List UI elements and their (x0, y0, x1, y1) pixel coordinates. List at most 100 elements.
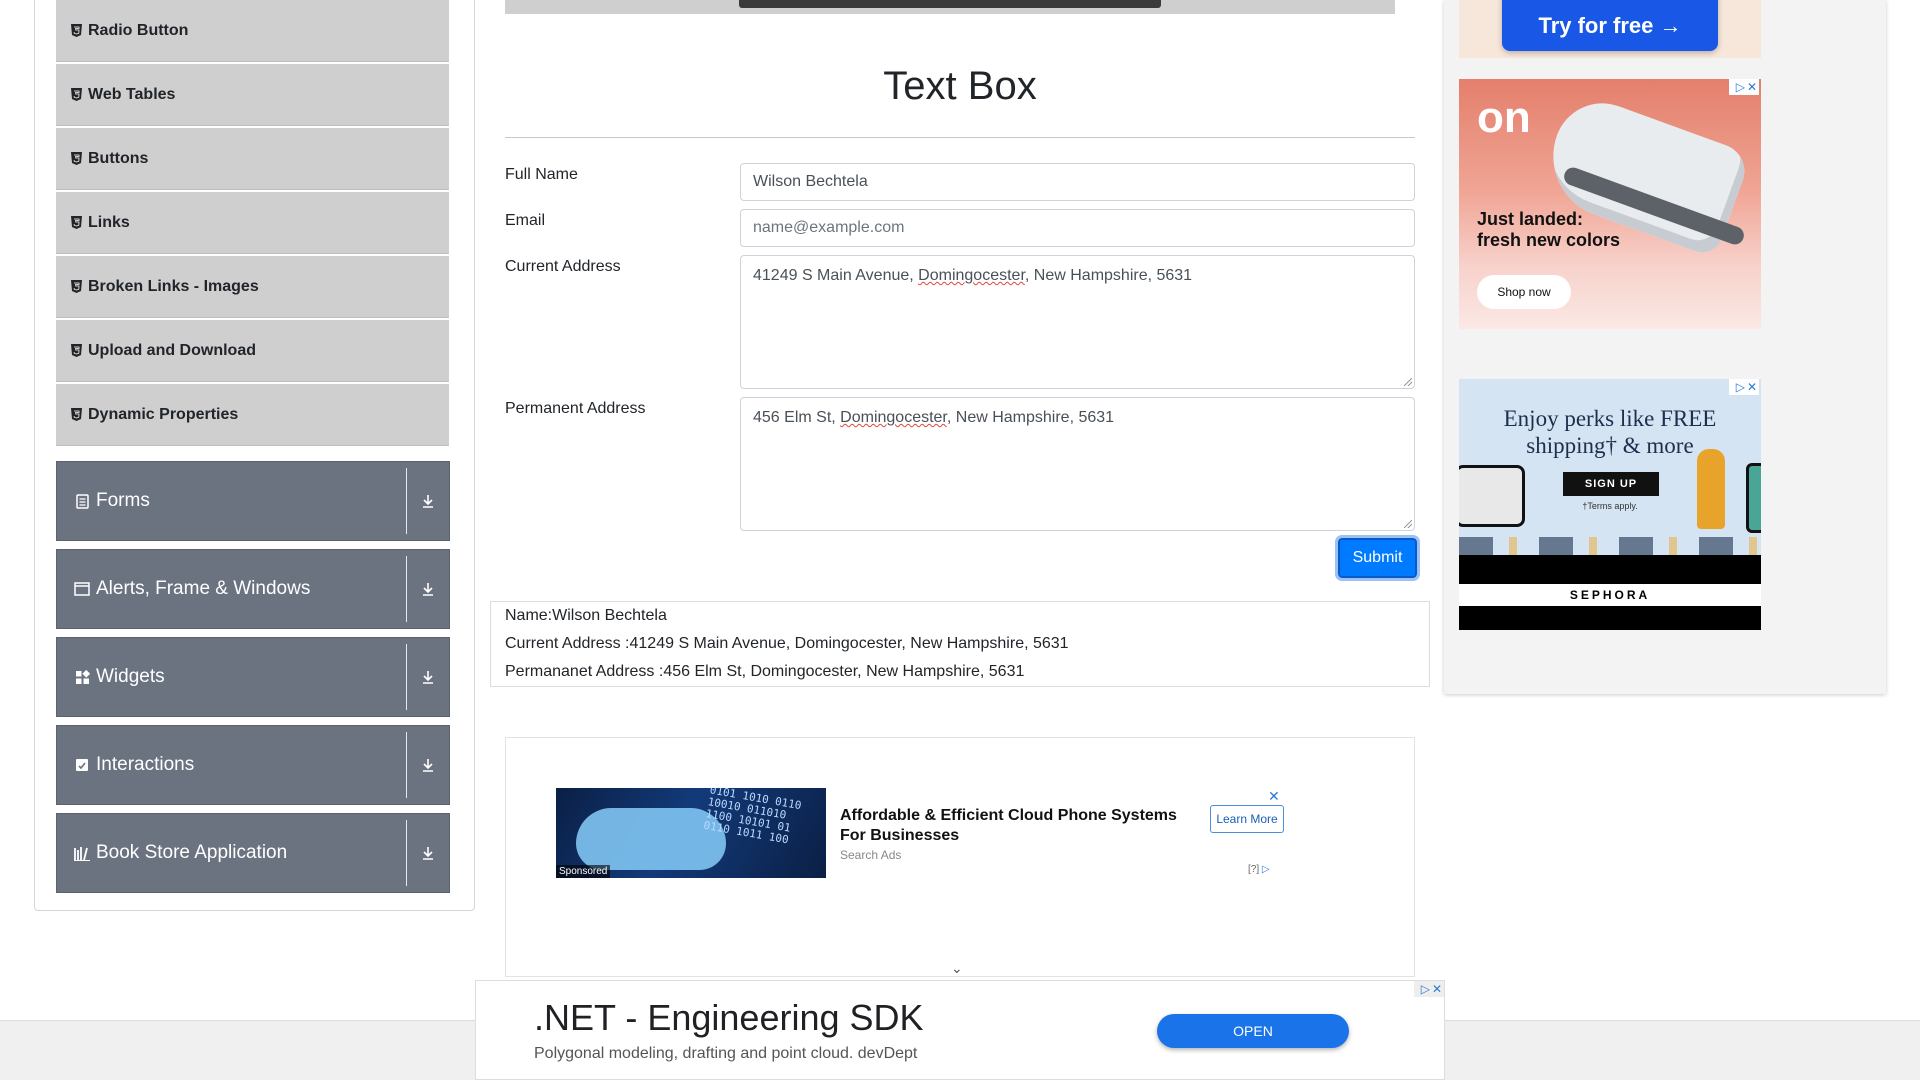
download-icon[interactable] (415, 814, 441, 892)
sponsored-label: Sponsored (556, 865, 611, 878)
address-text: 456 Elm St, (753, 409, 841, 426)
ad-info-text: [?] (1248, 864, 1260, 875)
download-icon[interactable] (415, 550, 441, 628)
group-divider (406, 556, 407, 622)
ad-info-link[interactable]: [?] ▷ (1248, 864, 1270, 875)
close-icon[interactable]: ✕ (1747, 380, 1757, 394)
cloud-shape (576, 808, 726, 870)
output-panel: Name:Wilson Bechtela Current Address :41… (490, 601, 1430, 687)
html5-icon (70, 408, 82, 422)
html5-icon (70, 24, 82, 38)
output-current-address: Current Address :41249 S Main Avenue, Do… (505, 635, 1069, 652)
menu-item-radio-button[interactable]: Radio Button (56, 0, 449, 62)
output-permanent-address: Permananet Address :456 Elm St, Domingoc… (505, 663, 1025, 680)
cloud-ad-image[interactable]: 0101 1010 0110 10010 011010 1100 10101 0… (556, 788, 826, 878)
group-widgets[interactable]: Widgets (56, 637, 450, 717)
group-label: Alerts, Frame & Windows (96, 578, 311, 599)
adchoices-icon: ▷ (1261, 864, 1270, 875)
resize-handle[interactable] (1404, 378, 1412, 386)
full-name-label: Full Name (505, 166, 578, 183)
adchoices-close[interactable]: ▷ ✕ (1729, 379, 1759, 395)
menu-item-upload-download[interactable]: Upload and Download (56, 320, 449, 382)
adchoices-icon: ▷ (1735, 80, 1745, 94)
permanent-address-label: Permanent Address (505, 400, 646, 417)
menu-item-label: Broken Links - Images (88, 277, 259, 295)
close-icon[interactable]: ✕ (1268, 788, 1280, 805)
email-label: Email (505, 212, 546, 229)
menu-item-label: Links (88, 213, 130, 231)
adchoices-icon: ▷ (1420, 982, 1430, 996)
divider (505, 137, 1415, 138)
address-text: , New Hampshire, 5631 (1024, 267, 1193, 284)
close-icon[interactable]: ✕ (1432, 982, 1442, 996)
menu-item-label: Upload and Download (88, 341, 256, 359)
form-icon (74, 493, 90, 509)
group-divider (406, 468, 407, 534)
top-banner-ad[interactable] (505, 0, 1395, 14)
menu-item-label: Radio Button (88, 21, 189, 39)
group-interactions[interactable]: Interactions (56, 725, 450, 805)
banner-image (739, 0, 1161, 8)
html5-icon (70, 152, 82, 166)
group-alerts-frame-windows[interactable]: Alerts, Frame & Windows (56, 549, 450, 629)
spellcheck-word: Domingocester (918, 267, 1025, 284)
menu-item-broken-links[interactable]: Broken Links - Images (56, 256, 449, 318)
menu-item-web-tables[interactable]: Web Tables (56, 64, 449, 126)
net-sdk-ad[interactable]: .NET - Engineering SDK Polygonal modelin… (475, 980, 1445, 1080)
sephora-ad[interactable]: Enjoy perks like FREE shipping† & more S… (1459, 379, 1761, 630)
shopper-illustration (1697, 449, 1725, 529)
adchoices-close[interactable]: ▷ ✕ (1414, 981, 1444, 997)
html5-icon (70, 88, 82, 102)
shoe-ad[interactable]: on Just landed: fresh new colors Shop no… (1459, 79, 1761, 329)
group-book-store[interactable]: Book Store Application (56, 813, 450, 893)
widgets-icon (74, 669, 90, 685)
ad-subtitle: Polygonal modeling, drafting and point c… (534, 1045, 918, 1062)
adchoices-icon: ▷ (1735, 380, 1745, 394)
window-icon (74, 581, 90, 597)
adchoices-close[interactable]: ▷ ✕ (1729, 79, 1759, 95)
email-input[interactable] (740, 209, 1415, 247)
group-divider (406, 644, 407, 710)
ad-source: Search Ads (840, 848, 902, 862)
current-address-textarea[interactable]: 41249 S Main Avenue, Domingocester, New … (740, 255, 1415, 389)
shoe-ad-text: Just landed: fresh new colors (1477, 209, 1621, 250)
ad-headline[interactable]: Affordable & Efficient Cloud Phone Syste… (840, 806, 1200, 846)
try-for-free-button[interactable]: Try for free → (1502, 0, 1718, 51)
submit-button[interactable]: Submit (1335, 535, 1420, 581)
output-name: Name:Wilson Bechtela (505, 607, 667, 624)
category-groups: Forms Alerts, Frame & Windows Widgets In… (56, 461, 450, 901)
terms-note: †Terms apply. (1582, 501, 1638, 511)
current-address-label: Current Address (505, 258, 621, 275)
cloud-phone-ad[interactable]: 0101 1010 0110 10010 011010 1100 10101 0… (505, 737, 1415, 977)
library-icon (74, 845, 90, 861)
menu-item-label: Web Tables (88, 85, 176, 103)
open-button[interactable]: OPEN (1157, 1014, 1349, 1048)
html5-icon (70, 344, 82, 358)
menu-item-dynamic-properties[interactable]: Dynamic Properties (56, 384, 449, 446)
group-divider (406, 820, 407, 886)
close-icon[interactable]: ✕ (1747, 80, 1757, 94)
road-stripes (1459, 537, 1761, 555)
download-icon[interactable] (415, 462, 441, 540)
sign-up-button[interactable]: SIGN UP (1563, 472, 1659, 496)
html5-icon (70, 216, 82, 230)
address-text: , New Hampshire, 5631 (946, 409, 1115, 426)
ad-title: .NET - Engineering SDK (534, 997, 924, 1038)
group-forms[interactable]: Forms (56, 461, 450, 541)
permanent-address-textarea[interactable]: 456 Elm St, Domingocester, New Hampshire… (740, 397, 1415, 531)
address-text: 41249 S Main Avenue, (753, 267, 919, 284)
learn-more-button[interactable]: Learn More (1210, 805, 1284, 833)
menu-item-label: Buttons (88, 149, 149, 167)
html5-icon (70, 280, 82, 294)
interactions-icon (74, 757, 90, 773)
download-icon[interactable] (415, 638, 441, 716)
download-icon[interactable] (415, 726, 441, 804)
menu-item-links[interactable]: Links (56, 192, 449, 254)
menu-item-buttons[interactable]: Buttons (56, 128, 449, 190)
chevron-down-icon[interactable]: ⌄ (951, 960, 963, 977)
group-label: Interactions (96, 754, 195, 775)
brand-logo: on (1477, 93, 1531, 142)
shop-now-button[interactable]: Shop now (1477, 275, 1571, 309)
full-name-input[interactable] (740, 163, 1415, 201)
resize-handle[interactable] (1404, 520, 1412, 528)
